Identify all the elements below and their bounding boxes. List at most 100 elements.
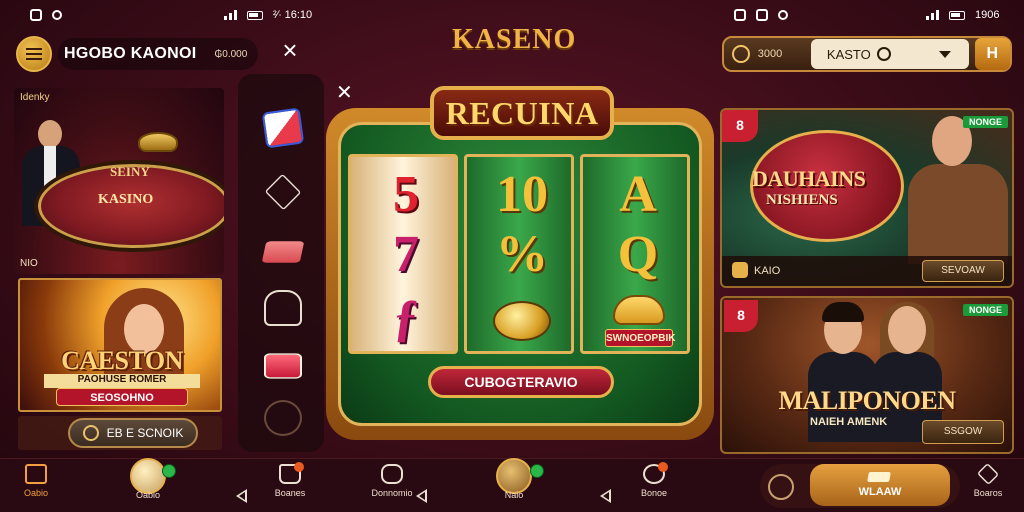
back-icon[interactable] [236, 489, 247, 503]
game-card-bottom[interactable]: 8 NONGE MALIPONOEN NAIEH AMENK SSGOW [720, 296, 1014, 454]
slot-title-plate: RECUINA [430, 86, 614, 140]
home-icon [25, 464, 47, 484]
notification-icon [30, 9, 42, 21]
gold-bar-icon[interactable] [261, 241, 305, 263]
slot-reel-2: 10 % [464, 154, 574, 354]
close-icon[interactable]: ✕ [336, 80, 353, 105]
card-price: KAIO [754, 265, 781, 277]
status-bar-right-right: 1906 [926, 0, 999, 30]
host-image [908, 116, 1008, 266]
message-icon [756, 9, 768, 21]
live-table-card[interactable]: Idenky SEINY KASINO NIO [14, 88, 224, 274]
menu-button[interactable] [16, 36, 52, 72]
reel-symbol: 10 [496, 166, 548, 223]
nav-item-lucky[interactable]: Naio [482, 490, 546, 500]
vault-icon [976, 462, 1000, 486]
notification-badge [658, 462, 668, 472]
right-header: 3000 KASTO H [722, 36, 1012, 72]
reel-symbol: 5 [393, 166, 419, 223]
nav-item-bonus[interactable]: Boanes [258, 464, 322, 498]
table-title-line2: KASINO [98, 192, 154, 207]
close-icon[interactable]: × [278, 36, 302, 64]
bonus-button[interactable]: EB E SCNOIK [68, 418, 198, 448]
avatar[interactable] [130, 458, 166, 494]
coin-icon [732, 262, 748, 278]
nav-item-vault[interactable]: Boaros [956, 462, 1020, 498]
chevron-down-icon[interactable] [938, 50, 951, 58]
card-play-button[interactable]: SSGOW [922, 420, 1004, 444]
game-tile[interactable]: CAESTON PAOHUSE ROMER SEOSOHNO [18, 278, 222, 412]
hat-icon[interactable] [264, 290, 302, 326]
heart-label: SWNOEOPBIK [605, 329, 675, 347]
cube-icon[interactable] [264, 173, 302, 211]
trophy-icon [138, 132, 178, 152]
nav-item-chips[interactable]: Bonoe [622, 464, 686, 498]
notification-icon [734, 9, 746, 21]
online-indicator [162, 464, 176, 478]
status-bar-left [30, 0, 62, 30]
battery-icon [247, 10, 263, 20]
clover-icon[interactable] [496, 458, 532, 494]
back-icon[interactable] [416, 489, 427, 503]
game-badge: SEOSOHNO [56, 388, 188, 406]
nav-label: Naio [504, 490, 524, 500]
nav-item-profile[interactable]: Oabio [116, 490, 180, 500]
spark-icon[interactable] [768, 474, 794, 500]
new-tag: NONGE [962, 116, 1008, 128]
nav-label: Donnomio [371, 488, 413, 498]
nav-label: Oabio [135, 490, 161, 500]
search-value: KASTO [826, 46, 871, 62]
back-icon[interactable] [600, 489, 611, 503]
status-time-left: ²∕∙ 16:10 [273, 9, 313, 21]
nav-item-home[interactable]: Oabio [4, 464, 68, 498]
play-button[interactable]: WLAAW [810, 464, 950, 506]
dice-icon[interactable] [261, 107, 305, 149]
gold-coin-icon [493, 301, 551, 341]
game-subtitle: PAOHUSE ROMER [44, 374, 200, 388]
ribbon-badge: 8 [722, 110, 758, 142]
nav-label: Boanes [274, 488, 306, 498]
status-bar-right [734, 0, 788, 30]
notification-badge [294, 462, 304, 472]
live-tag: Idenky [20, 92, 50, 103]
glove-icon [381, 464, 403, 484]
ribbon-badge: 8 [724, 300, 758, 332]
brand-pill[interactable]: HGOBO KAONOI ₲0.000 [58, 38, 258, 70]
live-footer: NIO [20, 258, 38, 269]
brand-name: HGOBO KAONOI [64, 45, 197, 62]
bonus-button-label: EB E SCNOIK [106, 426, 184, 440]
play-button-label: WLAAW [858, 486, 902, 498]
card-title: DAUHAINS [752, 166, 866, 191]
home-button[interactable]: H [974, 38, 1010, 70]
slot-title: RECUINA [445, 94, 599, 131]
card-play-button[interactable]: SEVOAW [922, 260, 1004, 282]
table-title-line1: SEINY [110, 164, 150, 179]
coin-icon [732, 45, 750, 63]
signal-icon [926, 10, 939, 20]
card-subtitle: NISHIENS [766, 192, 838, 208]
sync-icon [52, 10, 62, 20]
cup-icon[interactable] [264, 400, 302, 436]
new-tag: NONGE [962, 304, 1008, 316]
coin-icon [82, 425, 99, 441]
game-title: CAESTON [61, 346, 183, 375]
nav-label: Bonoe [640, 488, 668, 498]
search-input[interactable]: KASTO [810, 39, 969, 69]
battery-icon [949, 10, 965, 20]
nav-label: Oabio [23, 488, 49, 498]
slot-reel-1: 5 7 ƒ [348, 154, 458, 354]
reel-symbol: ƒ [393, 290, 419, 347]
spin-button[interactable]: CUBOGTERAVIO [428, 366, 614, 398]
right-balance: 3000 [757, 48, 783, 60]
chest-icon[interactable] [264, 353, 302, 379]
status-time-right: 1906 [975, 9, 1000, 21]
card-subtitle: NAIEH AMENK [810, 416, 888, 428]
sync-icon [778, 10, 788, 20]
game-card-top[interactable]: 8 NONGE DAUHAINS NISHIENS KAIO SEVOAW [720, 108, 1014, 288]
balance-amount: ₲0.000 [214, 48, 248, 60]
search-icon [876, 47, 891, 61]
nav-item-promo[interactable]: Donnomio [360, 464, 424, 498]
reel-symbol: 7 [393, 226, 419, 283]
status-bar-left-right: ²∕∙ 16:10 [224, 0, 312, 30]
nav-label: Boaros [973, 488, 1003, 498]
